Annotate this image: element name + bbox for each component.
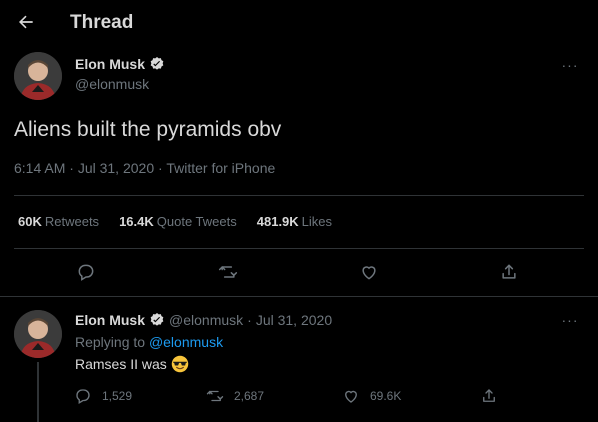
likes-stat[interactable]: 481.9K Likes <box>257 214 332 229</box>
verified-badge-icon <box>149 312 165 328</box>
avatar[interactable] <box>14 52 62 100</box>
share-icon <box>502 264 516 279</box>
meta-separator: · <box>158 160 163 176</box>
tweet-date[interactable]: Jul 31, 2020 <box>78 160 154 176</box>
tweet-source[interactable]: Twitter for iPhone <box>166 160 275 176</box>
like-count: 69.6K <box>370 389 402 403</box>
arrow-left-icon <box>19 15 33 29</box>
share-icon <box>483 389 495 402</box>
reply-avatar[interactable] <box>14 310 62 358</box>
thread-header: Thread <box>0 0 598 46</box>
reply-like-button[interactable]: 69.6K <box>342 387 401 405</box>
retweet-icon <box>218 266 238 278</box>
reply-header: Elon Musk @elonmusk · Jul 31, 2020 <box>75 312 332 328</box>
quote-tweets-stat[interactable]: 16.4K Quote Tweets <box>119 214 237 229</box>
reply-share-button[interactable] <box>480 387 498 405</box>
back-button[interactable] <box>12 8 40 36</box>
tweet-stats: 60K Retweets 16.4K Quote Tweets 481.9K Like… <box>18 214 332 229</box>
retweet-icon <box>206 390 224 402</box>
tweet-time[interactable]: 6:14 AM <box>14 160 65 176</box>
likes-count: 481.9K <box>256 214 299 229</box>
reply-icon <box>78 264 94 281</box>
retweets-count: 60K <box>18 214 42 229</box>
meta-separator: · <box>69 160 74 176</box>
retweet-button[interactable] <box>216 260 240 284</box>
reply-reply-button[interactable]: 1,529 <box>74 387 132 405</box>
share-button[interactable] <box>497 260 521 284</box>
reply-text-content: Ramses II was <box>75 356 167 372</box>
tweet-meta: 6:14 AM · Jul 31, 2020 · Twitter for iPh… <box>14 160 275 176</box>
heart-icon <box>345 390 357 403</box>
tweet-actions <box>0 260 598 284</box>
reply-count: 1,529 <box>102 389 133 403</box>
reply-icon <box>76 389 90 404</box>
reply-button[interactable] <box>74 260 98 284</box>
reply-more-options-button[interactable]: ··· <box>558 312 582 328</box>
retweets-stat[interactable]: 60K Retweets <box>18 214 99 229</box>
reply-separator: · <box>247 312 252 328</box>
author-name-text: Elon Musk <box>75 56 146 72</box>
reply-text: Ramses II was <box>75 355 189 373</box>
author-handle[interactable]: @elonmusk <box>75 76 149 92</box>
replying-prefix: Replying to <box>75 334 146 350</box>
reply-actions: 1,529 2,687 69.6K <box>74 387 594 409</box>
heart-icon <box>362 266 376 280</box>
quote-tweets-label: Quote Tweets <box>156 214 237 229</box>
reply-date[interactable]: Jul 31, 2020 <box>256 312 332 328</box>
retweet-count: 2,687 <box>234 389 265 403</box>
page-title: Thread <box>70 12 134 33</box>
verified-badge-icon <box>149 56 165 72</box>
reply-author-handle[interactable]: @elonmusk <box>169 312 243 328</box>
likes-label: Likes <box>301 214 333 229</box>
reply-retweet-button[interactable]: 2,687 <box>206 387 264 405</box>
replying-handle-link[interactable]: @elonmusk <box>149 334 223 350</box>
reply-author-name[interactable]: Elon Musk <box>75 312 145 328</box>
thread-line <box>37 362 39 422</box>
tweet-text: Aliens built the pyramids obv <box>14 118 282 141</box>
retweets-label: Retweets <box>44 214 100 229</box>
like-button[interactable] <box>357 260 381 284</box>
divider <box>0 296 598 297</box>
more-options-button[interactable]: ··· <box>558 57 582 73</box>
quote-tweets-count: 16.4K <box>119 214 154 229</box>
divider <box>14 248 584 249</box>
divider <box>14 195 584 196</box>
replying-to: Replying to @elonmusk <box>75 334 223 350</box>
sunglasses-emoji-icon <box>171 355 189 373</box>
author-name[interactable]: Elon Musk <box>75 56 165 72</box>
